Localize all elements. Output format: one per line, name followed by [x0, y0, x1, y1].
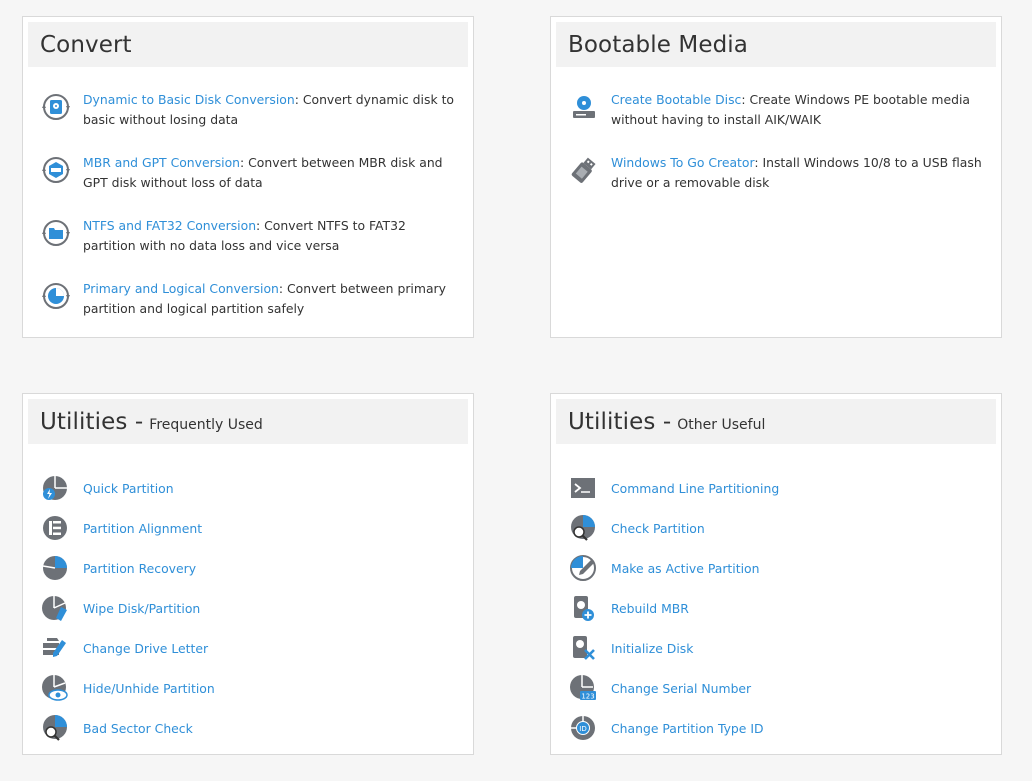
hide-unhide-icon	[41, 674, 83, 702]
wipe-disk-icon	[41, 594, 83, 622]
serial-number-icon: 123	[569, 674, 611, 702]
utilities-other-header: Utilities - Other Useful	[556, 399, 996, 444]
bootable-header: Bootable Media	[556, 22, 996, 67]
rebuild-mbr-icon	[569, 594, 611, 622]
ntfs-fat32-link[interactable]: NTFS and FAT32 Conversion	[83, 218, 256, 233]
partition-recovery-link[interactable]: Partition Recovery	[83, 561, 196, 576]
utilities-frequent-panel: Utilities - Frequently Used Quick Partit…	[22, 393, 474, 755]
list-item: Windows To Go Creator: Install Windows 1…	[569, 153, 985, 216]
ntfs-fat32-convert-icon	[41, 216, 83, 279]
dynamic-basic-convert-icon	[41, 90, 83, 153]
list-item: Quick Partition	[41, 468, 457, 508]
active-partition-link[interactable]: Make as Active Partition	[611, 561, 759, 576]
convert-panel: Convert Dynamic to Basic Disk Conversion…	[22, 16, 474, 338]
list-item: Check Partition	[569, 508, 985, 548]
partition-type-id-link[interactable]: Change Partition Type ID	[611, 721, 764, 736]
list-item: Partition Recovery	[41, 548, 457, 588]
list-item: Command Line Partitioning	[569, 468, 985, 508]
list-item: Make as Active Partition	[569, 548, 985, 588]
quick-partition-link[interactable]: Quick Partition	[83, 481, 174, 496]
utilities-other-subtitle: Other Useful	[677, 416, 766, 433]
utilities-frequent-subtitle: Frequently Used	[149, 416, 263, 433]
convert-header: Convert	[28, 22, 468, 67]
list-item: Initialize Disk	[569, 628, 985, 668]
primary-logical-convert-icon	[41, 279, 83, 342]
utilities-frequent-header: Utilities - Frequently Used	[28, 399, 468, 444]
bad-sector-check-icon	[41, 714, 83, 742]
partition-recovery-icon	[41, 554, 83, 582]
list-item: ID Change Partition Type ID	[569, 708, 985, 748]
create-bootable-disc-link[interactable]: Create Bootable Disc	[611, 92, 741, 107]
command-line-icon	[569, 474, 611, 502]
utilities-other-list: Command Line Partitioning Check Partitio…	[569, 468, 985, 748]
partition-alignment-icon	[41, 514, 83, 542]
primary-logical-link[interactable]: Primary and Logical Conversion	[83, 281, 279, 296]
active-partition-icon	[569, 554, 611, 582]
utilities-other-title: Utilities -	[568, 408, 672, 435]
hide-unhide-link[interactable]: Hide/Unhide Partition	[83, 681, 215, 696]
list-item: NTFS and FAT32 Conversion: Convert NTFS …	[41, 216, 457, 279]
partition-alignment-link[interactable]: Partition Alignment	[83, 521, 202, 536]
check-partition-link[interactable]: Check Partition	[611, 521, 705, 536]
utilities-other-panel: Utilities - Other Useful Command Line Pa…	[550, 393, 1002, 755]
list-item: Rebuild MBR	[569, 588, 985, 628]
initialize-disk-icon	[569, 634, 611, 662]
list-item: Partition Alignment	[41, 508, 457, 548]
list-item: Change Drive Letter	[41, 628, 457, 668]
list-item: 123 Change Serial Number	[569, 668, 985, 708]
list-item: Dynamic to Basic Disk Conversion: Conver…	[41, 90, 457, 153]
utilities-frequent-title: Utilities -	[40, 408, 144, 435]
rebuild-mbr-link[interactable]: Rebuild MBR	[611, 601, 689, 616]
list-item: Bad Sector Check	[41, 708, 457, 748]
bootable-panel: Bootable Media Create Bootable Disc: Cre…	[550, 16, 1002, 338]
partition-type-id-icon: ID	[569, 714, 611, 742]
list-item: MBR and GPT Conversion: Convert between …	[41, 153, 457, 216]
list-item: Create Bootable Disc: Create Windows PE …	[569, 90, 985, 153]
check-partition-icon	[569, 514, 611, 542]
bootable-list: Create Bootable Disc: Create Windows PE …	[569, 90, 985, 216]
usb-drive-icon	[569, 153, 611, 216]
convert-title: Convert	[40, 31, 132, 58]
utilities-frequent-list: Quick Partition Partition Alignment Part…	[41, 468, 457, 748]
mbr-gpt-link[interactable]: MBR and GPT Conversion	[83, 155, 240, 170]
convert-list: Dynamic to Basic Disk Conversion: Conver…	[41, 90, 457, 342]
command-line-link[interactable]: Command Line Partitioning	[611, 481, 779, 496]
serial-number-link[interactable]: Change Serial Number	[611, 681, 751, 696]
initialize-disk-link[interactable]: Initialize Disk	[611, 641, 693, 656]
quick-partition-icon	[41, 474, 83, 502]
windows-to-go-link[interactable]: Windows To Go Creator	[611, 155, 754, 170]
mbr-gpt-convert-icon	[41, 153, 83, 216]
bootable-title: Bootable Media	[568, 31, 748, 58]
bootable-disc-icon	[569, 90, 611, 153]
change-drive-letter-icon	[41, 634, 83, 662]
change-drive-letter-link[interactable]: Change Drive Letter	[83, 641, 208, 656]
list-item: Hide/Unhide Partition	[41, 668, 457, 708]
list-item: Primary and Logical Conversion: Convert …	[41, 279, 457, 342]
wipe-disk-link[interactable]: Wipe Disk/Partition	[83, 601, 200, 616]
list-item: Wipe Disk/Partition	[41, 588, 457, 628]
svg-text:ID: ID	[579, 725, 586, 733]
bad-sector-check-link[interactable]: Bad Sector Check	[83, 721, 193, 736]
dynamic-basic-link[interactable]: Dynamic to Basic Disk Conversion	[83, 92, 295, 107]
svg-text:123: 123	[581, 693, 594, 701]
